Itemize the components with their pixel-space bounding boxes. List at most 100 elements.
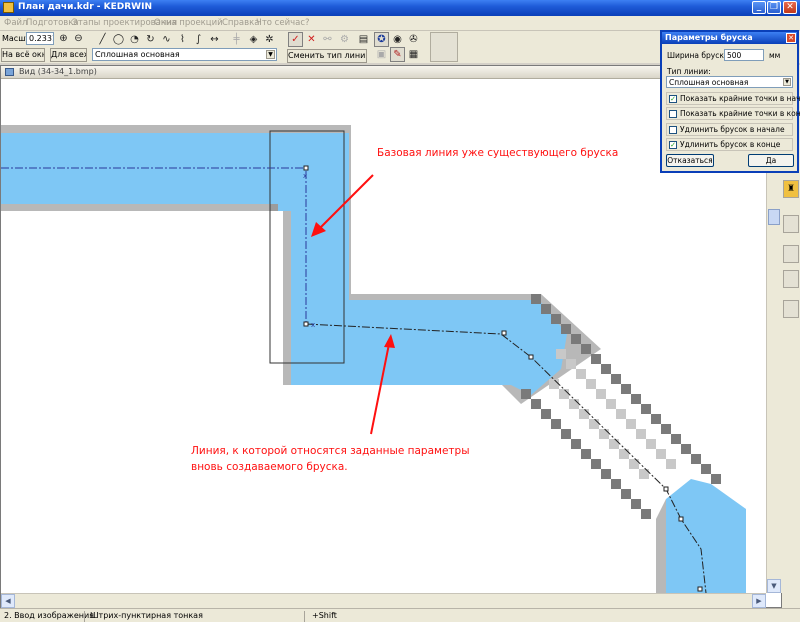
minimize-icon: _ [756,2,762,12]
dimension-icon: ↔ [210,34,219,45]
dialog-line-type-select[interactable]: Сплошная основная ▼ [666,76,793,88]
cancel-button[interactable]: Отказаться [666,154,714,167]
status-line-type: Штрих-пунктирная тонкая [90,611,203,620]
side-tool-button-5[interactable] [783,300,799,318]
tool-button-b1[interactable]: ▣ [374,47,389,62]
polyline-icon: ⌇ [180,34,185,45]
menu-item-file[interactable]: Файл [4,18,27,28]
dialog-close-icon[interactable]: ✕ [786,33,796,43]
snap-tool-button[interactable]: ◈ [246,32,261,47]
delete-beam-button[interactable]: ✕ [304,32,319,47]
line-type-select[interactable]: Сплошная основная ▼ [92,48,277,61]
dimension-tool-button[interactable]: ↔ [207,32,222,47]
close-button[interactable]: ✕ [783,1,797,14]
scroll-left-icon[interactable]: ◀ [1,594,15,608]
horizontal-scrollbar[interactable]: ◀ ▶ [1,593,766,608]
line-tool-button[interactable]: ╱ [95,32,110,47]
lower-beam [656,479,746,593]
change-line-type-button[interactable]: Сменить тип линии [287,49,367,63]
circle-tool-button[interactable]: ◯ [111,32,126,47]
polyline-tool-button[interactable]: ⌇ [175,32,190,47]
option-show-end-points[interactable]: Показать крайние точки в конце [666,107,800,120]
title-bar: План дачи.kdr - KEDRWIN _ ❐ ✕ [0,0,800,16]
curve-icon: ∫ [195,34,202,45]
document-title: Вид (34-34_1.bmp) [19,67,97,76]
side-tool-button-3[interactable] [783,245,799,263]
minimize-button[interactable]: _ [752,1,766,14]
side-tool-button-2[interactable] [783,215,799,233]
arc-icon: ◔ [130,34,139,45]
zoom-out-button[interactable]: ⊖ [71,31,86,46]
break-tool-button[interactable]: ✲ [262,32,277,47]
zoom-in-icon: ⊕ [59,33,68,44]
width-label: Ширина бруска: [667,51,732,60]
tools-icon: ✇ [409,34,418,45]
layers-button[interactable]: ▤ [356,32,371,47]
restore-icon: ❐ [769,2,779,12]
tools-button[interactable]: ✇ [406,32,421,47]
width-input[interactable]: 500 [724,49,764,61]
checkbox-extend-start[interactable] [669,126,677,134]
frame-icon: ▣ [376,49,387,60]
annotation-new-line-2: вновь создаваемого бруска. [191,461,348,473]
vertical-scroll-thumb[interactable] [768,209,780,225]
check-line-icon: ✓ [291,34,300,45]
option-label: Удлинить брусок в начале [680,125,785,134]
zoom-in-button[interactable]: ⊕ [56,31,71,46]
checkbox-show-start-points[interactable]: ✓ [669,95,677,103]
circle-icon: ◯ [112,34,125,45]
dialog-title: Параметры бруска [662,32,797,44]
menu-item-preparation[interactable]: Подготовка [26,18,79,28]
color-swatch-button[interactable] [430,32,458,62]
menu-item-what-now[interactable]: Что сейчас? [256,18,310,28]
status-mode: 2. Ввод изображения [4,611,94,620]
disabled-tool-button[interactable]: ╪ [229,32,244,47]
fit-window-button[interactable]: На всё окно [1,48,45,62]
dialog-chevron-down-icon[interactable]: ▼ [783,78,791,86]
break-icon: ✲ [265,34,274,45]
beam-parameters-dialog: Параметры бруска ✕ Ширина бруска: 500 мм… [660,30,800,173]
window-title: План дачи.kdr - KEDRWIN [18,2,152,12]
menu-item-projection-windows[interactable]: Окна проекций [154,18,223,28]
scroll-down-icon[interactable]: ▼ [767,579,781,593]
chevron-down-icon[interactable]: ▼ [266,50,275,59]
menu-item-help[interactable]: Справка [222,18,259,28]
restore-button[interactable]: ❐ [767,1,781,14]
hatch-icon: ╪ [233,34,240,45]
tool-button-b3[interactable]: ▦ [406,47,421,62]
spline-icon: ∿ [162,34,171,45]
spline-tool-button[interactable]: ∿ [159,32,174,47]
option-extend-start[interactable]: Удлинить брусок в начале [666,123,793,136]
settings-button[interactable]: ✪ [374,32,389,47]
checkbox-extend-end[interactable]: ✓ [669,141,677,149]
option-extend-end[interactable]: ✓ Удлинить брусок в конце [666,138,793,151]
node-marker-2: x [311,321,315,329]
app-icon [3,2,14,13]
status-modifier: +Shift [312,611,337,620]
rotate-tool-button[interactable]: ↻ [143,32,158,47]
checkbox-show-end-points[interactable] [669,110,677,118]
lower-beam-edge [656,499,666,593]
curve-tool-button[interactable]: ∫ [191,32,206,47]
beam-inner-edge [270,204,278,211]
tool-button-b2[interactable]: ✎ [390,47,405,62]
status-divider-2 [304,611,305,622]
arc-tool-button[interactable]: ◔ [127,32,142,47]
side-tool-yellow-button[interactable]: ♜ [783,180,799,198]
ok-button[interactable]: Да [748,154,794,167]
dialog-line-type-value: Сплошная основная [669,78,749,87]
option-label: Показать крайние точки в конце [680,109,800,118]
scroll-right-icon[interactable]: ▶ [752,594,766,608]
scale-input[interactable]: 0.2331 [26,32,54,45]
snap-icon: ◈ [249,34,258,45]
side-tool-button-4[interactable] [783,270,799,288]
option-show-start-points[interactable]: ✓ Показать крайние точки в начале [666,92,800,105]
view-options-button[interactable]: ◉ [390,32,405,47]
beam-tool-button[interactable]: ✓ [288,32,303,47]
zoom-out-icon: ⊖ [74,33,83,44]
gear-icon: ⚙ [340,34,349,45]
fit-all-button[interactable]: Для всех [50,48,87,62]
beam-option-button-2[interactable]: ⚙ [337,32,352,47]
view-icon: ◉ [393,34,402,45]
beam-option-button-1[interactable]: ⚯ [320,32,335,47]
